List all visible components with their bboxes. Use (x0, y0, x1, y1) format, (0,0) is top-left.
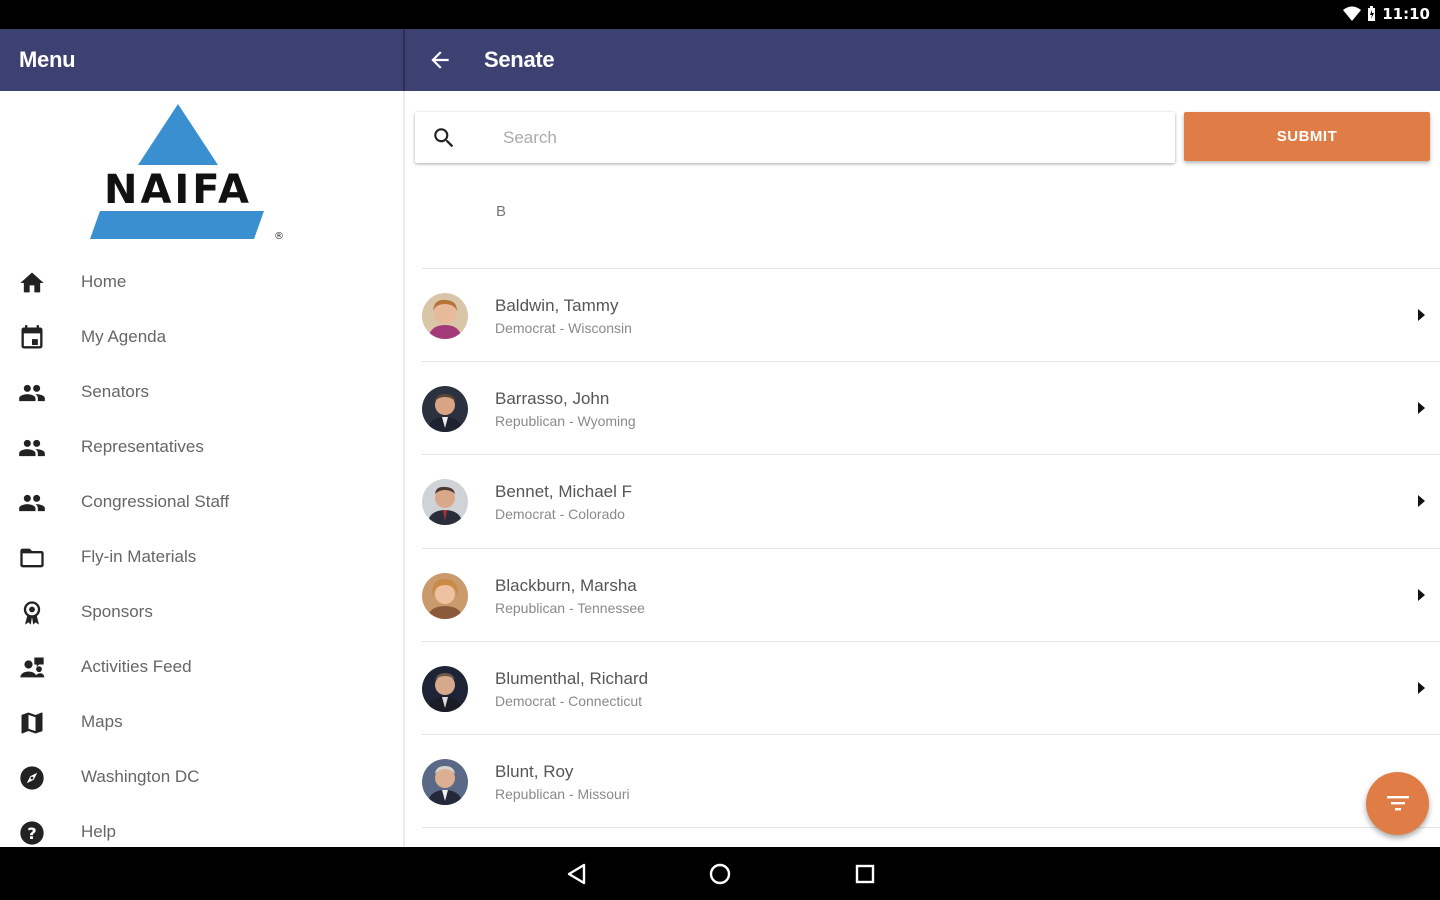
back-triangle-icon[interactable] (564, 861, 590, 887)
senator-row[interactable]: Bennet, Michael F Democrat - Colorado (422, 455, 1440, 549)
senator-name: Bennet, Michael F (495, 482, 633, 502)
people-icon (18, 379, 46, 407)
svg-text:NAIFA: NAIFA (104, 167, 252, 213)
senator-row[interactable]: Barrasso, John Republican - Wyoming (422, 362, 1440, 456)
clock-time: 11:10 (1382, 5, 1430, 23)
drawer-item-help[interactable]: ? Help (0, 805, 403, 847)
svg-text:®: ® (274, 231, 284, 242)
senator-party-state: Republican - Tennessee (495, 599, 645, 616)
top-app-bar: Senate (405, 29, 1440, 91)
search-icon (431, 125, 457, 151)
drawer-item-label: Washington DC (81, 767, 200, 786)
system-nav-bar (0, 847, 1440, 900)
chevron-right-icon (1414, 493, 1428, 509)
senator-party-state: Democrat - Connecticut (495, 692, 643, 709)
help-icon: ? (18, 819, 46, 847)
drawer-item-my-agenda[interactable]: My Agenda (0, 310, 403, 365)
drawer-item-label: Sponsors (81, 602, 153, 621)
drawer-item-fly-in-materials[interactable]: Fly-in Materials (0, 530, 403, 585)
status-bar: 11:10 (0, 0, 1440, 29)
senator-avatar (422, 665, 468, 712)
drawer-item-representatives[interactable]: Representatives (0, 420, 403, 475)
senator-party-state: Democrat - Wisconsin (495, 320, 632, 336)
naifa-logo: NAIFA ® (88, 103, 288, 243)
drawer-title: Menu (19, 47, 76, 72)
folder-icon (18, 544, 46, 572)
chevron-right-icon (1414, 400, 1428, 416)
drawer-item-activities-feed[interactable]: Activities Feed (0, 640, 403, 695)
senator-avatar (422, 293, 468, 339)
senator-row[interactable]: Blumenthal, Richard Democrat - Connectic… (422, 642, 1440, 735)
drawer-item-label: Activities Feed (81, 657, 192, 676)
home-icon (18, 269, 46, 297)
drawer-item-senators[interactable]: Senators (0, 365, 403, 420)
chevron-right-icon (1414, 307, 1428, 323)
senator-row[interactable]: Blunt, Roy Republican - Missouri (422, 735, 1440, 829)
senator-avatar (422, 386, 468, 433)
svg-text:?: ? (27, 824, 36, 843)
senate-list-panel: SUBMIT B Baldwin, Tammy Democrat - Wisco… (405, 91, 1440, 847)
page-title: Senate (484, 47, 555, 72)
senator-party-state: Republican - Wyoming (495, 413, 636, 430)
back-arrow-icon[interactable] (427, 47, 453, 73)
drawer-item-maps[interactable]: Maps (0, 695, 403, 750)
chevron-right-icon (1414, 680, 1428, 696)
drawer-item-label: My Agenda (81, 327, 167, 346)
drawer-item-home[interactable]: Home (0, 255, 403, 310)
group-chat-icon (18, 654, 46, 682)
drawer-nav-list: Home My Agenda Senators Representatives … (0, 255, 403, 847)
drawer-item-washington-dc[interactable]: Washington DC (0, 750, 403, 805)
recents-square-icon[interactable] (852, 861, 878, 887)
senator-name: Blunt, Roy (495, 761, 574, 781)
senator-avatar (422, 758, 468, 805)
navigation-drawer: NAIFA ® Home My Agenda Senators Represen… (0, 91, 403, 847)
people-icon (18, 434, 46, 462)
drawer-item-label: Help (81, 822, 116, 841)
drawer-item-label: Fly-in Materials (81, 547, 197, 566)
filter-fab-button[interactable] (1366, 772, 1429, 835)
drawer-item-sponsors[interactable]: Sponsors (0, 585, 403, 640)
people-icon (18, 489, 46, 517)
senator-row[interactable]: Baldwin, Tammy Democrat - Wisconsin (422, 269, 1440, 363)
map-icon (18, 709, 46, 737)
section-header-letter: B (496, 203, 507, 220)
submit-button[interactable]: SUBMIT (1184, 112, 1430, 161)
senator-name: Barrasso, John (495, 389, 610, 409)
home-circle-icon[interactable] (707, 861, 733, 887)
search-bar (415, 112, 1175, 163)
senator-name: Baldwin, Tammy (495, 296, 619, 315)
drawer-item-label: Representatives (81, 437, 204, 456)
senator-row[interactable]: Blackburn, Marsha Republican - Tennessee (422, 549, 1440, 642)
drawer-item-label: Senators (81, 382, 150, 401)
search-input[interactable] (503, 124, 1143, 152)
award-icon (18, 599, 46, 627)
chevron-right-icon (1414, 587, 1428, 603)
wifi-icon (1343, 6, 1362, 22)
drawer-item-label: Maps (81, 712, 123, 731)
senator-name: Blackburn, Marsha (495, 575, 637, 595)
drawer-item-label: Home (81, 272, 127, 291)
senator-party-state: Democrat - Colorado (495, 506, 625, 523)
compass-icon (18, 764, 46, 792)
calendar-icon (18, 324, 46, 352)
senator-avatar (422, 572, 468, 619)
senator-party-state: Republican - Missouri (495, 785, 630, 802)
drawer-header: Menu (0, 29, 403, 91)
senator-avatar (422, 479, 468, 526)
drawer-item-congressional-staff[interactable]: Congressional Staff (0, 475, 403, 530)
senator-name: Blumenthal, Richard (495, 668, 649, 688)
battery-icon (1367, 6, 1376, 22)
senator-list: Baldwin, Tammy Democrat - Wisconsin Barr… (405, 269, 1440, 829)
drawer-item-label: Congressional Staff (81, 492, 230, 511)
